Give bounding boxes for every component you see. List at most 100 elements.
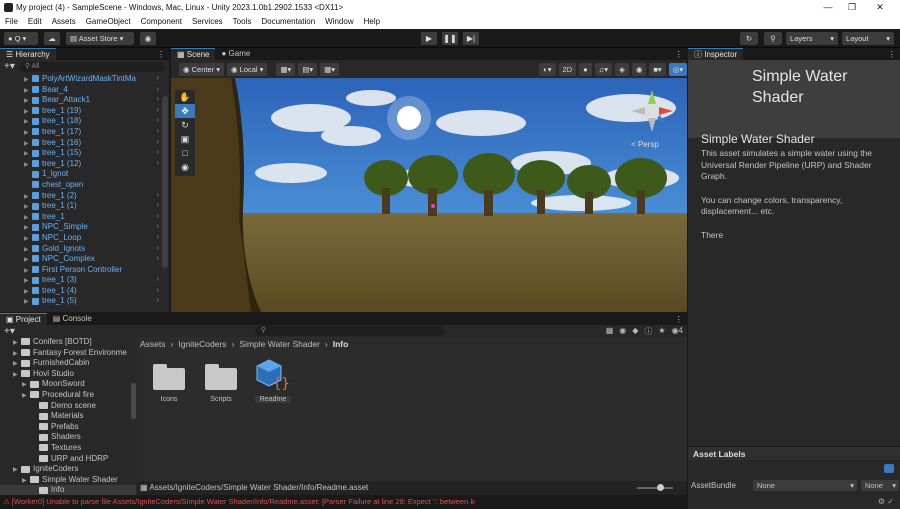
menu-tools[interactable]: Tools [228,15,257,29]
lighting-icon[interactable]: ● [579,62,592,76]
label-tag-icon[interactable] [884,464,894,473]
step-button[interactable]: ▶| [463,32,479,45]
tab-inspector[interactable]: ⓘ Inspector [688,48,744,60]
hierarchy-item[interactable]: ▶ tree_1 (4) › [24,286,169,297]
chevron-right-icon[interactable]: › [157,74,159,85]
asset-item-readme[interactable]: {} Readme [255,359,291,403]
hierarchy-item[interactable]: ▶ Gold_Ignots › [24,244,169,255]
hierarchy-item[interactable]: ▶ Bear_Attack1 › [24,95,169,106]
layout-dropdown[interactable]: Layout ▾ [842,32,894,45]
restore-icon[interactable]: ❐ [840,0,864,15]
project-tree-item[interactable]: Shaders [0,432,136,443]
asset-item-icons[interactable]: Icons [151,364,187,403]
hierarchy-item[interactable]: 1_lgnot [24,169,169,180]
layers-dropdown[interactable]: Layers ▾ [786,32,838,45]
add-icon[interactable]: +▾ [4,61,15,72]
move-tool-icon[interactable]: ✥ [175,104,195,118]
panel-menu-icon[interactable]: ⋮ [888,49,900,60]
breadcrumb-simple-water-shader[interactable]: Simple Water Shader [239,339,319,349]
variant-dropdown[interactable]: None ▾ [861,479,899,491]
rotate-tool-icon[interactable]: ↻ [175,118,195,132]
menu-window[interactable]: Window [320,15,358,29]
effects-icon[interactable]: ◈ [615,62,629,76]
tab-hierarchy[interactable]: ☰ Hierarchy [0,48,56,60]
project-tree-scrollbar[interactable] [131,383,136,419]
scene-gizmo[interactable] [627,86,677,136]
hierarchy-item[interactable]: ▶ tree_1 (17) › [24,127,169,138]
play-button[interactable]: ▶ [421,32,437,45]
hierarchy-item[interactable]: ▶ tree_1 (16) › [24,138,169,149]
transform-tool-icon[interactable]: ◉ [175,160,195,174]
snap-increment-icon[interactable]: ▤▾ [298,62,318,76]
chevron-right-icon[interactable]: › [157,212,159,223]
expand-arrow-icon[interactable]: ▶ [13,465,21,476]
shading-mode-icon[interactable]: ◐▾ [539,62,556,76]
project-tree-item[interactable]: Prefabs [0,422,136,433]
hierarchy-item[interactable]: ▶ NPC_Simple › [24,222,169,233]
project-tree-item[interactable]: ▶ FurnishedCabin [0,358,136,369]
slider-handle[interactable] [657,484,664,491]
hidden-objects-icon[interactable]: ◉ [631,62,647,76]
camera-icon[interactable]: ■▾ [649,62,666,76]
mode-2d-button[interactable]: 2D [558,62,577,76]
assetbundle-dropdown[interactable]: None ▾ [753,479,857,491]
hierarchy-item[interactable]: ▶ tree_1 (12) › [24,159,169,170]
chevron-right-icon[interactable]: › [157,159,159,170]
hierarchy-item[interactable]: ▶ First Person Controller [24,265,169,276]
settings-icon[interactable]: ⚙ [878,497,885,506]
menu-component[interactable]: Component [136,15,187,29]
chevron-right-icon[interactable]: › [157,244,159,255]
hierarchy-item[interactable]: ▶ tree_1 (15) › [24,148,169,159]
project-search-input[interactable]: ⚲ [254,326,445,336]
project-tree-item[interactable]: ▶ Simple Water Shader [0,475,136,486]
menu-help[interactable]: Help [359,15,385,29]
project-tree-item[interactable]: Demo scene [0,401,136,412]
close-icon[interactable]: ✕ [868,0,892,15]
pause-button[interactable]: ❚❚ [442,32,458,45]
filter-tag-icon[interactable]: ◆ [632,326,638,337]
scale-tool-icon[interactable]: ▣ [175,132,195,146]
tab-game[interactable]: ● Game [215,48,256,60]
chevron-right-icon[interactable]: › [157,85,159,96]
hierarchy-search-input[interactable]: ⚲ All [18,61,165,72]
project-tree-item[interactable]: ▶ IgniteCoders [0,464,136,475]
menu-services[interactable]: Services [187,15,228,29]
rect-tool-icon[interactable]: □ [175,146,195,160]
chevron-right-icon[interactable]: › [157,106,159,117]
menu-documentation[interactable]: Documentation [256,15,320,29]
account-button[interactable]: ● Q ▾ [4,32,38,45]
hierarchy-item[interactable]: ▶ tree_1 › [24,212,169,223]
gizmos-icon[interactable]: ◎▾ [668,62,687,76]
pivot-dropdown[interactable]: ◉ Center ▾ [179,62,225,76]
hierarchy-item[interactable]: ▶ tree_1 (1) › [24,201,169,212]
package-icon[interactable]: ◉ [140,32,156,45]
tab-console[interactable]: ▤ Console [47,313,98,325]
project-tree-item[interactable]: Materials [0,411,136,422]
project-tree-item[interactable]: URP and HDRP [0,454,136,465]
asset-item-scripts[interactable]: Scripts [203,364,239,403]
breadcrumb-assets[interactable]: Assets [140,339,166,349]
search-icon[interactable]: ⚲ [764,32,782,45]
minimize-icon[interactable]: — [816,0,840,15]
chevron-right-icon[interactable]: › [157,201,159,212]
chevron-right-icon[interactable]: › [157,275,159,286]
icon-size-slider[interactable] [637,484,673,491]
hierarchy-item[interactable]: ▶ tree_1 (5) › [24,296,169,307]
menu-assets[interactable]: Assets [47,15,81,29]
project-tree-item[interactable]: ▶ Conifers [BOTD] [0,337,136,348]
info-icon[interactable]: ⓘ [644,326,652,337]
breadcrumb-ignitecoders[interactable]: IgniteCoders [178,339,226,349]
menu-gameobject[interactable]: GameObject [81,15,136,29]
hierarchy-item[interactable]: ▶ Bear_4 › [24,85,169,96]
expand-arrow-icon[interactable]: ▶ [24,297,32,308]
hierarchy-item[interactable]: ▶ tree_1 (19) › [24,106,169,117]
chevron-right-icon[interactable]: › [157,296,159,307]
scene-viewport[interactable]: ✋ ✥ ↻ ▣ □ ◉ < Persp [171,78,687,312]
hierarchy-item[interactable]: ▶ tree_1 (18) › [24,116,169,127]
menu-edit[interactable]: Edit [23,15,47,29]
project-tree-item[interactable]: Textures [0,443,136,454]
cloud-icon[interactable]: ☁ [44,32,60,45]
breadcrumb-info[interactable]: Info [333,339,349,349]
space-dropdown[interactable]: ◉ Local ▾ [227,62,268,76]
chevron-right-icon[interactable]: › [157,116,159,127]
